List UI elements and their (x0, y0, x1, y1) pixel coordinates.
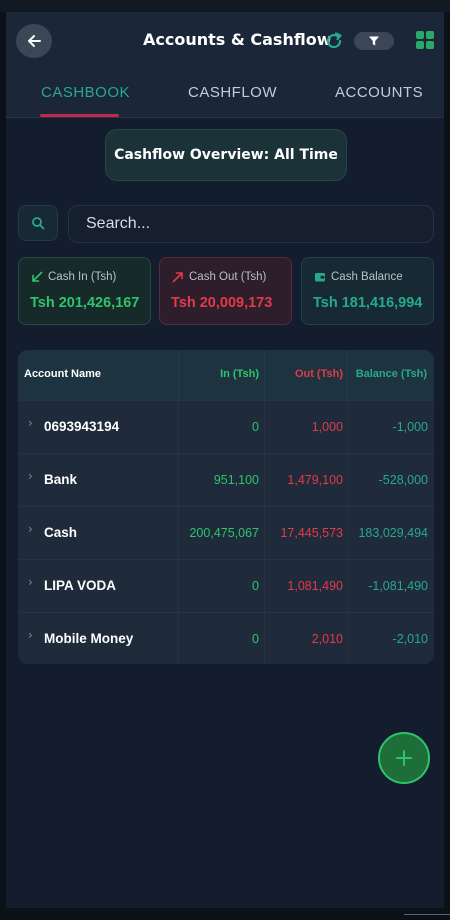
accounts-table: Account Name In (Tsh) Out (Tsh) Balance … (18, 350, 434, 664)
chevron-right-icon[interactable]: › (28, 575, 33, 589)
app-header: Accounts & Cashflow (6, 12, 444, 70)
grid-view-button[interactable] (416, 31, 434, 49)
grid-icon-cell (416, 41, 424, 49)
search-icon (32, 217, 45, 230)
column-divider (264, 507, 265, 560)
tab-cashbook[interactable]: CASHBOOK (41, 84, 130, 101)
arrow-up-right-icon (172, 272, 183, 283)
grid-icon-cell (426, 31, 434, 39)
cell-out: 17,445,573 (280, 526, 343, 540)
page-title: Accounts & Cashflow (143, 30, 332, 49)
tab-accounts[interactable]: ACCOUNTS (335, 84, 423, 101)
column-divider (178, 507, 179, 560)
column-divider (264, 350, 265, 400)
add-button[interactable] (378, 732, 430, 784)
refresh-icon (326, 32, 342, 49)
cash-in-label-row: Cash In (Tsh) (31, 271, 116, 283)
cash-balance-label: Cash Balance (331, 271, 403, 283)
cash-out-card: Cash Out (Tsh) Tsh 20,009,173 (159, 257, 292, 325)
cell-out: 1,000 (311, 420, 343, 434)
table-row[interactable]: › Bank 951,100 1,479,100 -528,000 (18, 453, 434, 507)
cell-out: 1,479,100 (287, 473, 343, 487)
chevron-right-icon[interactable]: › (28, 522, 33, 536)
table-row[interactable]: › LIPA VODA 0 1,081,490 -1,081,490 (18, 559, 434, 613)
column-divider (264, 560, 265, 613)
wallet-icon (315, 273, 325, 282)
table-row[interactable]: › Mobile Money 0 2,010 -2,010 (18, 612, 434, 664)
tab-cashflow[interactable]: CASHFLOW (188, 84, 277, 101)
active-tab-indicator (40, 114, 119, 117)
filter-icon (369, 36, 379, 46)
cash-balance-label-row: Cash Balance (314, 271, 403, 283)
divider (404, 914, 450, 915)
cell-balance: -528,000 (378, 473, 428, 487)
cell-out: 2,010 (311, 632, 343, 646)
header-out: Out (Tsh) (294, 368, 343, 380)
account-name: Cash (44, 525, 78, 540)
refresh-button[interactable] (323, 30, 345, 52)
back-button[interactable] (16, 24, 52, 58)
bottom-strip (0, 908, 450, 920)
table-header: Account Name In (Tsh) Out (Tsh) Balance … (18, 350, 434, 400)
arrow-left-icon (28, 35, 41, 47)
top-strip (0, 0, 450, 12)
cell-in: 200,475,067 (189, 526, 259, 540)
column-divider (347, 350, 348, 400)
table-row[interactable]: › Cash 200,475,067 17,445,573 183,029,49… (18, 506, 434, 560)
table-row[interactable]: › 0693943194 0 1,000 -1,000 (18, 400, 434, 454)
grid-icon-cell (426, 41, 434, 49)
filter-button[interactable] (354, 32, 394, 50)
column-divider (178, 350, 179, 400)
cell-balance: -1,000 (392, 420, 428, 434)
cell-out: 1,081,490 (287, 579, 343, 593)
account-name: LIPA VODA (44, 578, 117, 593)
chevron-right-icon[interactable]: › (28, 416, 33, 430)
cash-in-label: Cash In (Tsh) (48, 271, 117, 283)
chevron-right-icon[interactable]: › (28, 469, 33, 483)
search-button[interactable] (18, 205, 58, 241)
account-name: Bank (44, 472, 78, 487)
column-divider (347, 613, 348, 664)
column-divider (347, 454, 348, 507)
account-name: 0693943194 (44, 419, 120, 434)
app-window: Accounts & Cashflow CASHBOOK CASHFLOW AC… (6, 12, 444, 908)
cash-out-value: Tsh 20,009,173 (171, 295, 273, 311)
cash-balance-value: Tsh 181,416,994 (313, 295, 423, 311)
account-name: Mobile Money (44, 631, 134, 646)
column-divider (178, 613, 179, 664)
column-divider (264, 454, 265, 507)
cashflow-overview-button[interactable]: Cashflow Overview: All Time (105, 129, 347, 181)
cash-balance-card: Cash Balance Tsh 181,416,994 (301, 257, 434, 325)
tab-bar: CASHBOOK CASHFLOW ACCOUNTS (6, 70, 444, 118)
cash-in-value: Tsh 201,426,167 (30, 295, 140, 311)
cash-out-label: Cash Out (Tsh) (189, 271, 267, 283)
cell-balance: -1,081,490 (368, 579, 428, 593)
header-account-name: Account Name (24, 368, 102, 380)
search-input[interactable] (68, 205, 434, 243)
header-in: In (Tsh) (220, 368, 259, 380)
cell-balance: -2,010 (392, 632, 428, 646)
grid-icon (416, 31, 424, 39)
column-divider (178, 454, 179, 507)
column-divider (347, 507, 348, 560)
column-divider (347, 560, 348, 613)
screen: Accounts & Cashflow CASHBOOK CASHFLOW AC… (0, 0, 450, 920)
cell-in: 0 (252, 579, 259, 593)
cell-in: 951,100 (213, 473, 259, 487)
cell-in: 0 (252, 420, 259, 434)
column-divider (264, 401, 265, 454)
cash-out-label-row: Cash Out (Tsh) (172, 271, 266, 283)
column-divider (178, 401, 179, 454)
plus-icon (396, 750, 412, 766)
column-divider (178, 560, 179, 613)
chevron-right-icon[interactable]: › (28, 628, 33, 642)
column-divider (264, 613, 265, 664)
overview-label: Cashflow Overview: All Time (114, 147, 338, 163)
column-divider (347, 401, 348, 454)
arrow-down-left-icon (32, 271, 43, 282)
cell-in: 0 (252, 632, 259, 646)
cash-in-card: Cash In (Tsh) Tsh 201,426,167 (18, 257, 151, 325)
header-balance: Balance (Tsh) (355, 368, 427, 380)
cell-balance: 183,029,494 (358, 526, 428, 540)
